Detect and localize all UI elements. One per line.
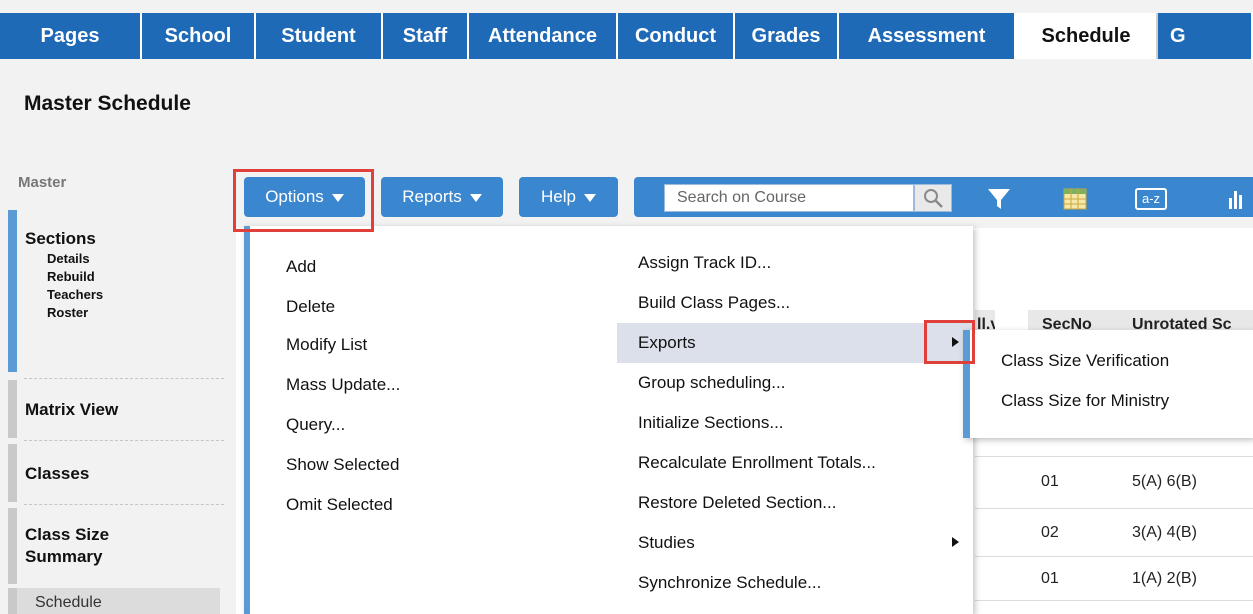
sidebar-item-label[interactable]: Classes <box>17 463 220 485</box>
cell-secno: 01 <box>1041 570 1059 587</box>
help-button[interactable]: Help <box>519 177 618 217</box>
menu-item-class-size-for-ministry[interactable]: Class Size for Ministry <box>1001 391 1169 411</box>
sidebar-subitem-teachers[interactable]: Teachers <box>17 286 220 304</box>
cell-secno: 01 <box>1041 473 1059 490</box>
tab-conduct[interactable]: Conduct <box>618 13 735 59</box>
row-divider <box>975 556 1253 557</box>
tab-student[interactable]: Student <box>256 13 383 59</box>
tab-pages[interactable]: Pages <box>0 13 142 59</box>
search-input[interactable]: Search on Course <box>664 184 914 212</box>
sort-az-icon[interactable]: a-z <box>1134 186 1168 212</box>
filter-icon[interactable] <box>984 186 1014 212</box>
tab-grades[interactable]: Grades <box>735 13 839 59</box>
sidebar-divider <box>24 378 224 379</box>
tab-school[interactable]: School <box>142 13 256 59</box>
sidebar-item-classes[interactable]: Classes <box>8 444 220 502</box>
search-icon[interactable] <box>914 184 952 212</box>
menu-item-restore-deleted-section[interactable]: Restore Deleted Section... <box>617 483 973 523</box>
menu-item-initialize-sections[interactable]: Initialize Sections... <box>617 403 973 443</box>
sidebar-heading: Master <box>18 174 67 191</box>
sidebar: Master Sections Details Rebuild Teachers… <box>0 160 224 614</box>
menu-item-studies[interactable]: Studies <box>617 523 973 563</box>
exports-submenu: Class Size Verification Class Size for M… <box>963 330 1253 438</box>
highlight-box-options <box>233 169 374 232</box>
sidebar-subitem-roster[interactable]: Roster <box>17 304 220 322</box>
menu-item-query[interactable]: Query... <box>286 415 345 435</box>
sidebar-item-label[interactable]: Summary <box>17 546 220 568</box>
menu-item-recalculate-enrollment[interactable]: Recalculate Enrollment Totals... <box>617 443 973 483</box>
reports-label: Reports <box>402 187 462 206</box>
sort-az-label: a-z <box>1135 188 1167 210</box>
cell-secno: 02 <box>1041 524 1059 541</box>
sidebar-item-label[interactable]: Class Size <box>17 524 220 546</box>
sidebar-item-schedule[interactable]: Schedule <box>8 588 220 614</box>
grid-icon[interactable] <box>1060 186 1090 212</box>
menu-item-mass-update[interactable]: Mass Update... <box>286 375 400 395</box>
menu-item-assign-track-id[interactable]: Assign Track ID... <box>617 243 973 283</box>
menu-item-build-class-pages[interactable]: Build Class Pages... <box>617 283 973 323</box>
cell-unrotated: 1(A) 2(B) <box>1132 570 1197 587</box>
row-divider <box>975 508 1253 509</box>
menu-item-group-scheduling[interactable]: Group scheduling... <box>617 363 973 403</box>
menu-item-delete[interactable]: Delete <box>286 297 335 317</box>
tab-schedule[interactable]: Schedule <box>1016 13 1158 59</box>
row-divider <box>975 456 1253 457</box>
sidebar-item-class-size-summary[interactable]: Class Size Summary <box>8 508 220 584</box>
menu-item-show-selected[interactable]: Show Selected <box>286 455 399 475</box>
bar-chart-icon[interactable] <box>1224 186 1250 212</box>
page-title: Master Schedule <box>24 92 191 115</box>
menu-item-add[interactable]: Add <box>286 257 316 277</box>
row-divider <box>975 600 1253 601</box>
menu-item-synchronize-schedule[interactable]: Synchronize Schedule... <box>617 563 973 603</box>
cell-unrotated: 3(A) 4(B) <box>1132 524 1197 541</box>
submenu-arrow-icon <box>952 537 959 547</box>
sidebar-subitem-rebuild[interactable]: Rebuild <box>17 268 220 286</box>
tab-bar: Pages School Student Staff Attendance Co… <box>0 13 1253 59</box>
top-navigation: Pages School Student Staff Attendance Co… <box>0 0 1253 70</box>
sidebar-item-sections[interactable]: Sections Details Rebuild Teachers Roster <box>8 210 220 372</box>
reports-button[interactable]: Reports <box>381 177 503 217</box>
highlight-box-exports-arrow <box>924 320 975 364</box>
tab-assessment[interactable]: Assessment <box>839 13 1016 59</box>
sidebar-divider <box>24 440 224 441</box>
help-label: Help <box>541 187 576 206</box>
sidebar-divider <box>24 504 224 505</box>
menu-item-omit-selected[interactable]: Omit Selected <box>286 495 393 515</box>
sidebar-item-matrix-view[interactable]: Matrix View <box>8 380 220 438</box>
sidebar-item-label[interactable]: Matrix View <box>17 399 220 421</box>
tab-attendance[interactable]: Attendance <box>469 13 618 59</box>
tab-staff[interactable]: Staff <box>383 13 469 59</box>
cell-unrotated: 5(A) 6(B) <box>1132 473 1197 490</box>
chevron-down-icon <box>469 194 482 202</box>
sidebar-item-label[interactable]: Sections <box>17 228 220 250</box>
chevron-down-icon <box>583 194 596 202</box>
menu-item-class-size-verification[interactable]: Class Size Verification <box>1001 351 1169 371</box>
menu-item-exports[interactable]: Exports <box>617 323 973 363</box>
menu-item-modify-list[interactable]: Modify List <box>286 335 367 355</box>
tab-next[interactable]: G <box>1158 13 1253 59</box>
sidebar-subitem-details[interactable]: Details <box>17 250 220 268</box>
